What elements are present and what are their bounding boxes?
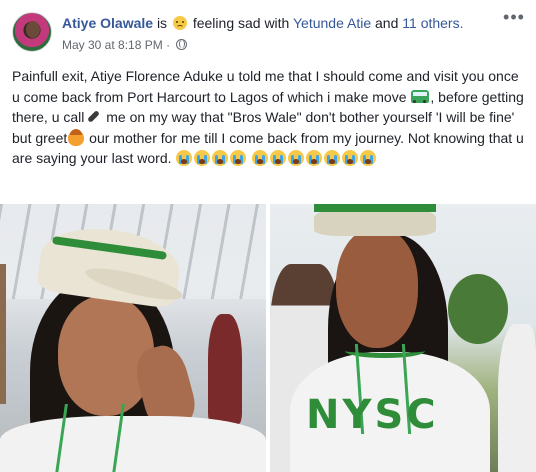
post-meta: May 30 at 8:18 PM · bbox=[62, 38, 188, 52]
crying-emoji-icon bbox=[252, 150, 269, 166]
crying-emoji-icon bbox=[230, 150, 247, 166]
post-photo-2[interactable]: NYSC bbox=[270, 204, 536, 472]
crying-emoji-icon bbox=[212, 150, 229, 166]
avatar[interactable] bbox=[12, 12, 52, 52]
more-dots-icon[interactable]: ••• bbox=[502, 8, 526, 30]
avatar-face bbox=[26, 21, 40, 38]
author-link[interactable]: Atiye Olawale bbox=[62, 15, 153, 31]
crying-emoji-icon bbox=[194, 150, 211, 166]
meta-separator: · bbox=[166, 38, 171, 52]
post-header: Atiye Olawale is feeling sad with Yetund… bbox=[12, 8, 526, 56]
crying-emoji-icon bbox=[360, 150, 377, 166]
crying-emoji-icon bbox=[288, 150, 305, 166]
bystander bbox=[208, 314, 242, 424]
tree bbox=[448, 274, 508, 344]
feeling-text: feeling sad with bbox=[192, 15, 290, 31]
crying-emoji-icon bbox=[324, 150, 341, 166]
timestamp-link[interactable]: May 30 at 8:18 PM bbox=[62, 38, 163, 52]
globe-icon[interactable] bbox=[176, 39, 188, 50]
greeting-emoji-icon bbox=[68, 128, 85, 146]
background-person-right bbox=[498, 324, 536, 472]
crying-emoji-icon bbox=[342, 150, 359, 166]
shirt bbox=[0, 416, 266, 472]
pillar bbox=[0, 264, 6, 404]
crying-emoji-icon bbox=[270, 150, 287, 166]
phone-emoji-icon bbox=[85, 109, 101, 125]
tagged-person-link[interactable]: Yetunde Atie bbox=[293, 15, 371, 31]
post-photo-1[interactable] bbox=[0, 204, 266, 472]
face bbox=[336, 228, 418, 348]
is-text: is bbox=[156, 15, 168, 31]
bus-emoji-icon bbox=[411, 89, 430, 103]
post-text: Painfull exit, Atiye Florence Aduke u to… bbox=[12, 66, 524, 169]
nysc-shirt-text: NYSC bbox=[306, 392, 439, 438]
cap-stripe bbox=[314, 204, 436, 212]
crying-emoji-icon bbox=[176, 150, 193, 166]
others-link[interactable]: 11 others. bbox=[402, 15, 463, 31]
sad-face-icon bbox=[172, 16, 187, 30]
crying-emoji-icon bbox=[306, 150, 323, 166]
lanyard bbox=[55, 404, 125, 472]
and-text: and bbox=[375, 15, 399, 31]
post-text-seg4: our mother for me till I come back from … bbox=[12, 129, 524, 167]
post-header-line: Atiye Olawale is feeling sad with Yetund… bbox=[62, 15, 464, 31]
